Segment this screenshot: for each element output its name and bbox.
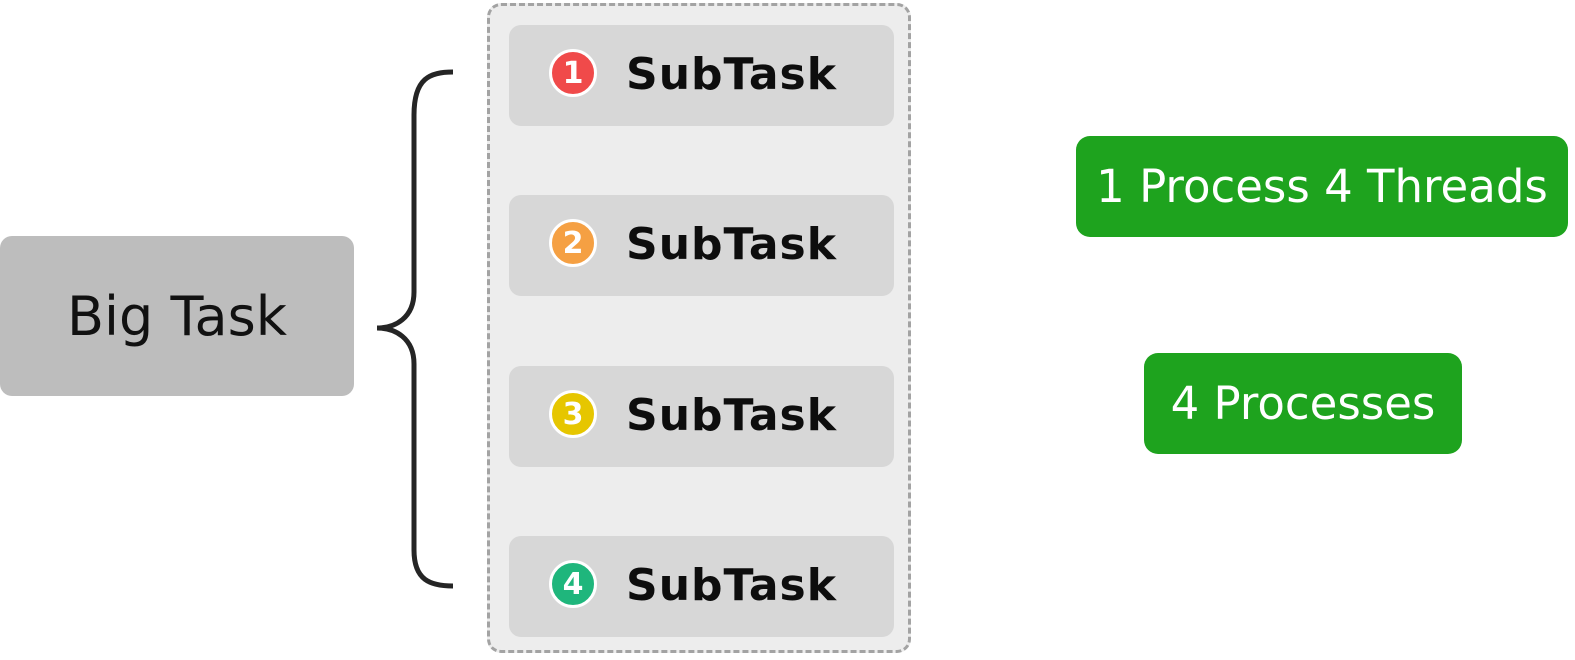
big-task-box: Big Task xyxy=(0,236,354,396)
number-1-badge-icon: 1 xyxy=(549,49,597,97)
four-processes-box: 4 Processes xyxy=(1144,353,1462,454)
number-2-badge-icon: 2 xyxy=(549,219,597,267)
subtask-label-4: SubTask xyxy=(626,560,837,611)
subtask-label-3: SubTask xyxy=(626,390,837,441)
number-3-badge-icon: 3 xyxy=(549,390,597,438)
threads-mode-label: 1 Process 4 Threads xyxy=(1096,160,1548,213)
one-process-four-threads-box: 1 Process 4 Threads xyxy=(1076,136,1568,237)
subtask-item-3: 3 SubTask xyxy=(509,366,894,467)
big-task-label: Big Task xyxy=(66,284,288,348)
subtask-group: 1 SubTask 2 SubTask 3 SubTask 4 SubTask xyxy=(487,3,911,653)
number-4-badge-icon: 4 xyxy=(549,560,597,608)
subtask-item-1: 1 SubTask xyxy=(509,25,894,126)
curly-brace-icon xyxy=(376,69,454,589)
subtask-label-1: SubTask xyxy=(626,49,837,100)
subtask-item-4: 4 SubTask xyxy=(509,536,894,637)
processes-mode-label: 4 Processes xyxy=(1170,377,1436,430)
subtask-label-2: SubTask xyxy=(626,219,837,270)
subtask-item-2: 2 SubTask xyxy=(509,195,894,296)
